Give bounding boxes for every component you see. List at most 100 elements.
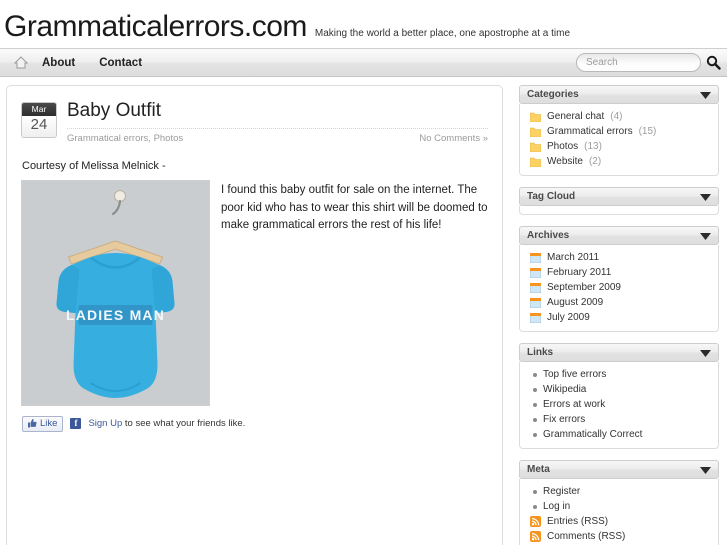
- widget-meta-header[interactable]: Meta: [519, 460, 719, 479]
- post-date-badge: Mar 24: [21, 102, 57, 138]
- widget-categories: Categories General chat (4) Grammatical …: [519, 85, 719, 176]
- list-item-label: Errors at work: [543, 399, 606, 410]
- facebook-icon: f: [70, 418, 82, 430]
- widget-tag-cloud-body: [519, 206, 719, 215]
- list-item-label: Grammatical errors: [547, 126, 633, 137]
- list-item-label: September 2009: [547, 282, 621, 293]
- list-item-label: Wikipedia: [543, 384, 587, 395]
- chevron-down-icon[interactable]: [700, 86, 711, 104]
- chevron-down-icon[interactable]: [700, 461, 711, 479]
- search-icon[interactable]: [706, 55, 721, 70]
- list-item[interactable]: Errors at work: [520, 397, 718, 412]
- post-date-day: 24: [22, 116, 56, 137]
- bullet-icon: [533, 504, 537, 509]
- site-title[interactable]: Grammaticalerrors.com: [4, 12, 307, 42]
- chevron-down-icon[interactable]: [700, 227, 711, 245]
- thumbs-up-icon: [28, 419, 37, 428]
- list-item[interactable]: July 2009: [520, 310, 718, 325]
- post-comments-link[interactable]: No Comments »: [419, 133, 488, 144]
- facebook-signup-rest: to see what your friends like.: [122, 418, 246, 430]
- list-item-label: July 2009: [547, 312, 590, 323]
- post-meta: Grammatical errors, Photos No Comments »: [67, 127, 488, 144]
- widget-meta: Meta Register Log in Entries (RSS) Comme…: [519, 460, 719, 545]
- list-item-label: Top five errors: [543, 369, 607, 380]
- post-text: I found this baby outfit for sale on the…: [221, 183, 488, 232]
- list-item-label: February 2011: [547, 267, 612, 278]
- list-item[interactable]: Website (2): [520, 154, 718, 169]
- widget-title: Tag Cloud: [527, 191, 576, 202]
- widget-tag-cloud: Tag Cloud: [519, 187, 719, 215]
- list-item-label: March 2011: [547, 252, 600, 263]
- list-item[interactable]: March 2011: [520, 250, 718, 265]
- facebook-like-bar: Like f Sign Up to see what your friends …: [22, 415, 488, 432]
- widget-categories-body: General chat (4) Grammatical errors (15)…: [519, 104, 719, 176]
- widget-title: Meta: [527, 464, 550, 475]
- post-header: Mar 24 Baby Outfit Grammatical errors, P…: [21, 100, 488, 144]
- list-item[interactable]: Register: [520, 484, 718, 499]
- widget-archives-body: March 2011 February 2011 September 2009 …: [519, 245, 719, 332]
- main-navigation: About Contact: [0, 48, 727, 77]
- list-item[interactable]: February 2011: [520, 265, 718, 280]
- calendar-icon: [530, 297, 541, 308]
- list-item[interactable]: Grammatically Correct: [520, 427, 718, 442]
- home-icon[interactable]: [14, 56, 28, 69]
- widget-tag-cloud-header[interactable]: Tag Cloud: [519, 187, 719, 206]
- list-item[interactable]: Log in: [520, 499, 718, 514]
- folder-icon: [530, 127, 541, 137]
- post-image[interactable]: LADIES MAN: [21, 179, 210, 406]
- nav-link-about[interactable]: About: [42, 57, 75, 69]
- folder-icon: [530, 157, 541, 167]
- facebook-signup-link[interactable]: Sign Up: [88, 418, 122, 429]
- post-title[interactable]: Baby Outfit: [67, 100, 488, 123]
- bullet-icon: [533, 387, 537, 392]
- svg-text:LADIES MAN: LADIES MAN: [65, 307, 164, 323]
- site-tagline: Making the world a better place, one apo…: [314, 28, 571, 39]
- facebook-signup-text: Sign Up to see what your friends like.: [88, 418, 245, 429]
- widget-archives-header[interactable]: Archives: [519, 226, 719, 245]
- post-heading-block: Baby Outfit Grammatical errors, Photos N…: [67, 100, 488, 144]
- list-item[interactable]: Entries (RSS): [520, 514, 718, 529]
- post-courtesy: Courtesy of Melissa Melnick -: [22, 159, 166, 172]
- list-item-label: Grammatically Correct: [543, 429, 643, 440]
- list-item[interactable]: General chat (4): [520, 109, 718, 124]
- calendar-icon: [530, 282, 541, 293]
- list-item-count: (15): [638, 126, 657, 137]
- chevron-down-icon[interactable]: [700, 188, 711, 206]
- post-categories[interactable]: Grammatical errors, Photos: [67, 133, 183, 144]
- list-item-label: Log in: [543, 501, 571, 512]
- chevron-down-icon[interactable]: [700, 344, 711, 362]
- folder-icon: [530, 142, 541, 152]
- bullet-icon: [533, 489, 537, 494]
- facebook-like-button[interactable]: Like: [22, 415, 64, 432]
- list-item-label: Comments (RSS): [547, 531, 626, 542]
- bullet-icon: [533, 432, 537, 437]
- list-item[interactable]: Fix errors: [520, 412, 718, 427]
- widget-links-header[interactable]: Links: [519, 343, 719, 362]
- bullet-icon: [533, 372, 537, 377]
- masthead: Grammaticalerrors.com Making the world a…: [0, 0, 727, 48]
- list-item[interactable]: Top five errors: [520, 367, 718, 382]
- list-item[interactable]: September 2009: [520, 280, 718, 295]
- widget-links-body: Top five errors Wikipedia Errors at work…: [519, 362, 719, 449]
- widget-title: Categories: [527, 89, 579, 100]
- page-root: Grammaticalerrors.com Making the world a…: [0, 0, 727, 545]
- list-item-count: (4): [610, 111, 623, 122]
- post-body: LADIES MAN I found this baby outfit for …: [21, 179, 488, 406]
- widget-title: Links: [527, 347, 554, 358]
- widget-archives: Archives March 2011 February 2011 Septem…: [519, 226, 719, 332]
- list-item[interactable]: Photos (13): [520, 139, 718, 154]
- nav-link-contact[interactable]: Contact: [99, 57, 142, 69]
- list-item-count: (2): [588, 156, 602, 167]
- list-item-label: August 2009: [547, 297, 604, 308]
- list-item[interactable]: August 2009: [520, 295, 718, 310]
- list-item[interactable]: Grammatical errors (15): [520, 124, 718, 139]
- sidebar: Categories General chat (4) Grammatical …: [519, 85, 719, 545]
- search-area: [576, 53, 721, 72]
- calendar-icon: [530, 312, 541, 323]
- search-input[interactable]: [576, 53, 701, 72]
- calendar-icon: [530, 252, 541, 263]
- widget-categories-header[interactable]: Categories: [519, 85, 719, 104]
- list-item[interactable]: Comments (RSS): [520, 529, 718, 544]
- rss-icon: [530, 516, 541, 527]
- list-item[interactable]: Wikipedia: [520, 382, 718, 397]
